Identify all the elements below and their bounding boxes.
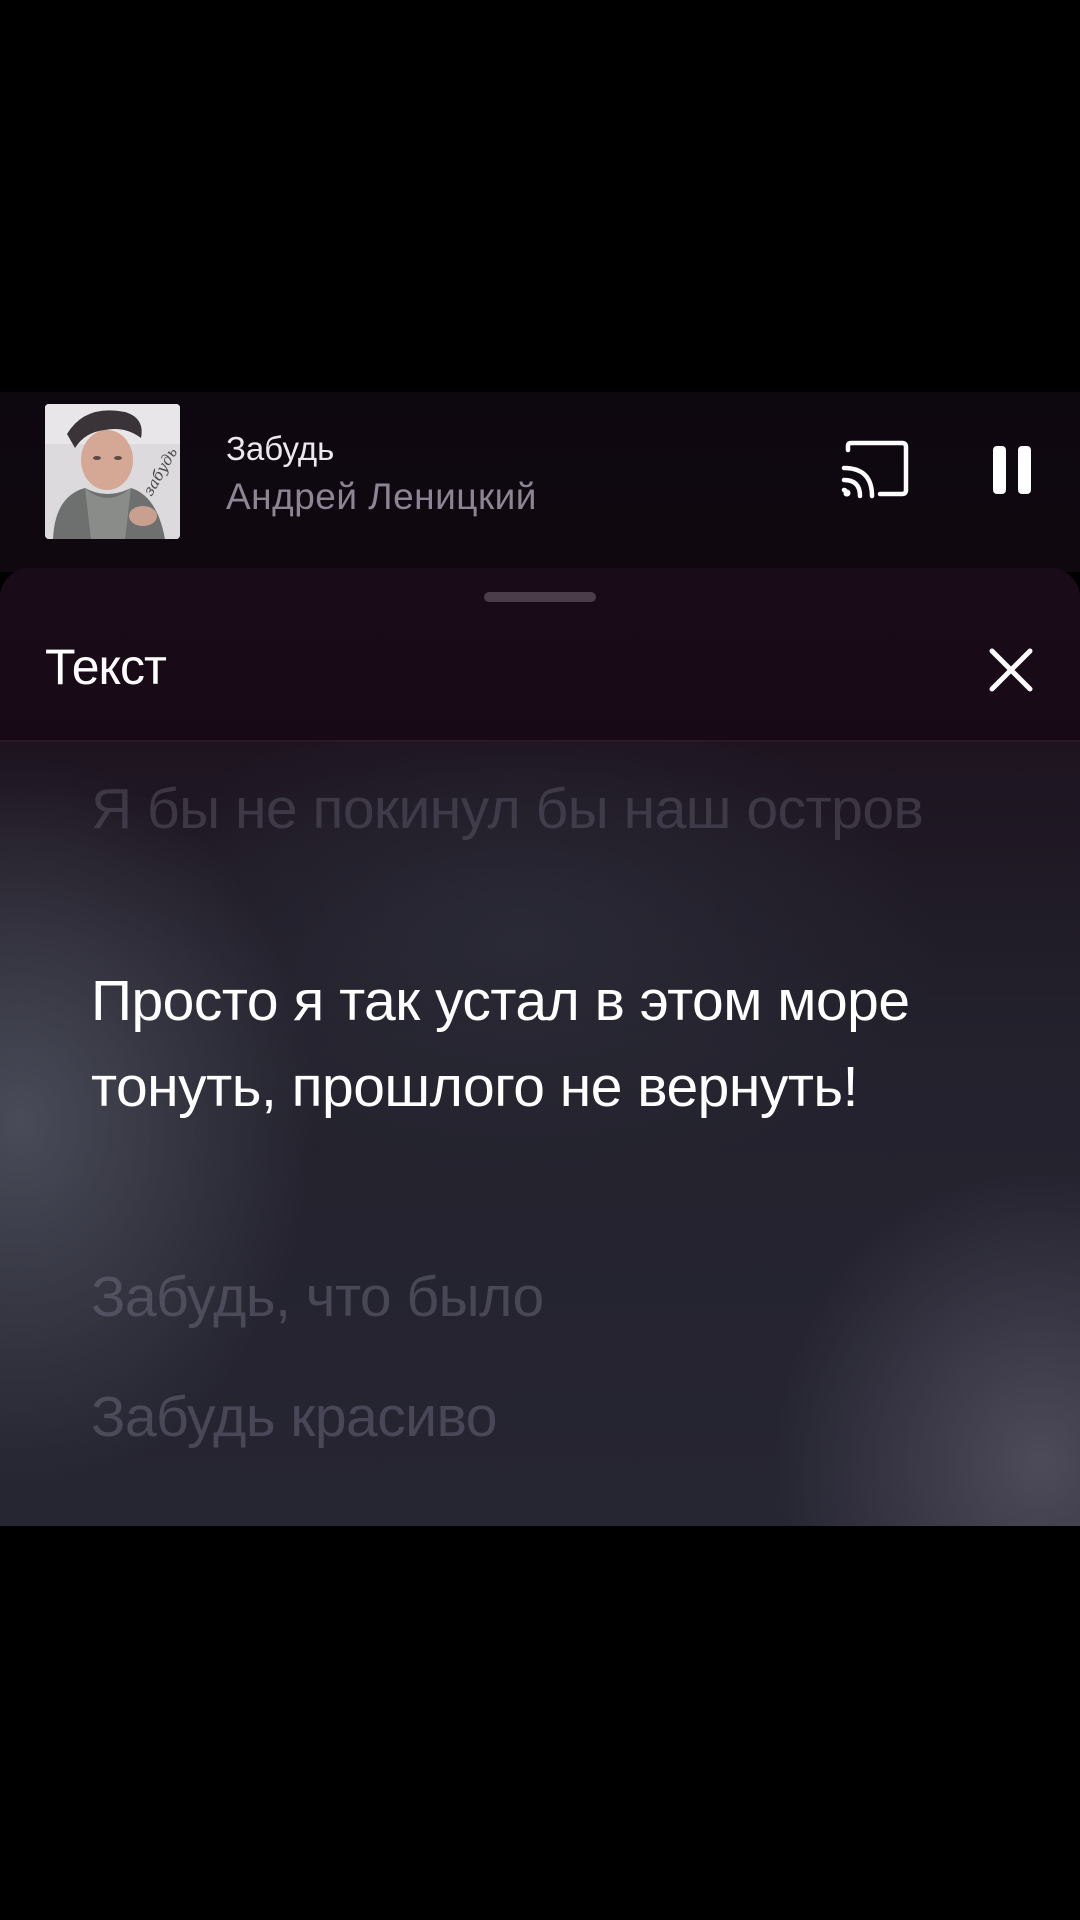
lyric-line-previous[interactable]: Я бы не покинул бы наш остров bbox=[91, 766, 991, 852]
drag-handle[interactable] bbox=[484, 592, 596, 602]
close-button[interactable] bbox=[986, 645, 1036, 695]
cast-icon bbox=[841, 440, 909, 499]
lyrics-sheet-header: Текст bbox=[0, 568, 1080, 742]
pause-button[interactable] bbox=[985, 434, 1041, 504]
lyrics-sheet-title: Текст bbox=[45, 639, 167, 695]
lyrics-area[interactable]: Я бы не покинул бы наш остров Просто я т… bbox=[0, 742, 1080, 1526]
screen: забудь Забудь Андрей Леницкий Текст Я бы… bbox=[0, 0, 1080, 1920]
close-icon bbox=[989, 648, 1033, 692]
lyric-line-current[interactable]: Просто я так устал в этом море тонуть, п… bbox=[91, 958, 991, 1130]
mini-player[interactable]: забудь Забудь Андрей Леницкий bbox=[0, 392, 1080, 572]
album-art[interactable]: забудь bbox=[45, 404, 180, 539]
lyric-line-next-2[interactable]: Забудь красиво bbox=[91, 1374, 991, 1460]
pause-icon bbox=[993, 446, 1031, 494]
lyric-line-next-1[interactable]: Забудь, что было bbox=[91, 1254, 991, 1340]
album-cover-image: забудь bbox=[45, 404, 180, 539]
track-artist[interactable]: Андрей Леницкий bbox=[226, 476, 537, 518]
track-title[interactable]: Забудь bbox=[226, 430, 334, 468]
cast-button[interactable] bbox=[840, 440, 910, 500]
lyrics-sheet: Текст Я бы не покинул бы наш остров Прос… bbox=[0, 568, 1080, 1526]
